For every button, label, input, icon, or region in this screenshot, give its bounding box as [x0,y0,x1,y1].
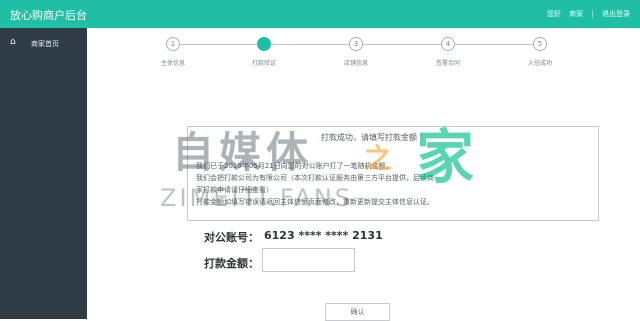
watermark-jia: 家 [416,123,475,191]
logout-link[interactable]: 退出登录 [602,10,630,18]
amount-input[interactable] [262,248,355,272]
step-5-label: 入驻成功 [527,60,552,67]
welcome-text: 您好 [546,10,561,18]
account-value: 6123 **** **** 2131 [264,229,383,242]
step-3-label: 店铺信息 [343,60,368,67]
top-header-bar: 放心购商户后台 您好 商家 | 退出登录 [0,0,640,28]
app-title: 放心购商户后台 [10,9,87,22]
merchant-name-link[interactable]: 商家 [569,10,583,18]
sidebar: ⌂ 商家首页 [0,28,87,319]
sidebar-item-home[interactable]: ⌂ 商家首页 [0,34,87,52]
header-separator: | [591,10,594,18]
watermark-english: ZIMEITI.FANS [160,184,354,212]
step-5-circle: 5 [533,37,547,51]
header-user-links: 您好 商家 | 退出登录 [541,9,630,19]
watermark-chinese: 自媒体 [172,128,314,177]
step-3-circle: 3 [349,37,363,51]
step-1-label: 主体信息 [160,60,185,67]
step-2-label: 打款验证 [251,60,276,67]
step-1-circle: 1 [166,37,180,51]
amount-label: 打款金额： [204,257,259,270]
confirm-button[interactable]: 确认 [325,303,390,321]
sidebar-item-label: 商家首页 [31,40,59,48]
step-4-label: 签署合同 [435,60,460,67]
step-4-circle: 4 [441,37,455,51]
watermark-zhi: 之 [364,142,393,175]
step-2-circle-active: 2 [257,37,271,51]
account-label: 对公账号： [204,231,259,244]
home-icon: ⌂ [10,37,16,47]
